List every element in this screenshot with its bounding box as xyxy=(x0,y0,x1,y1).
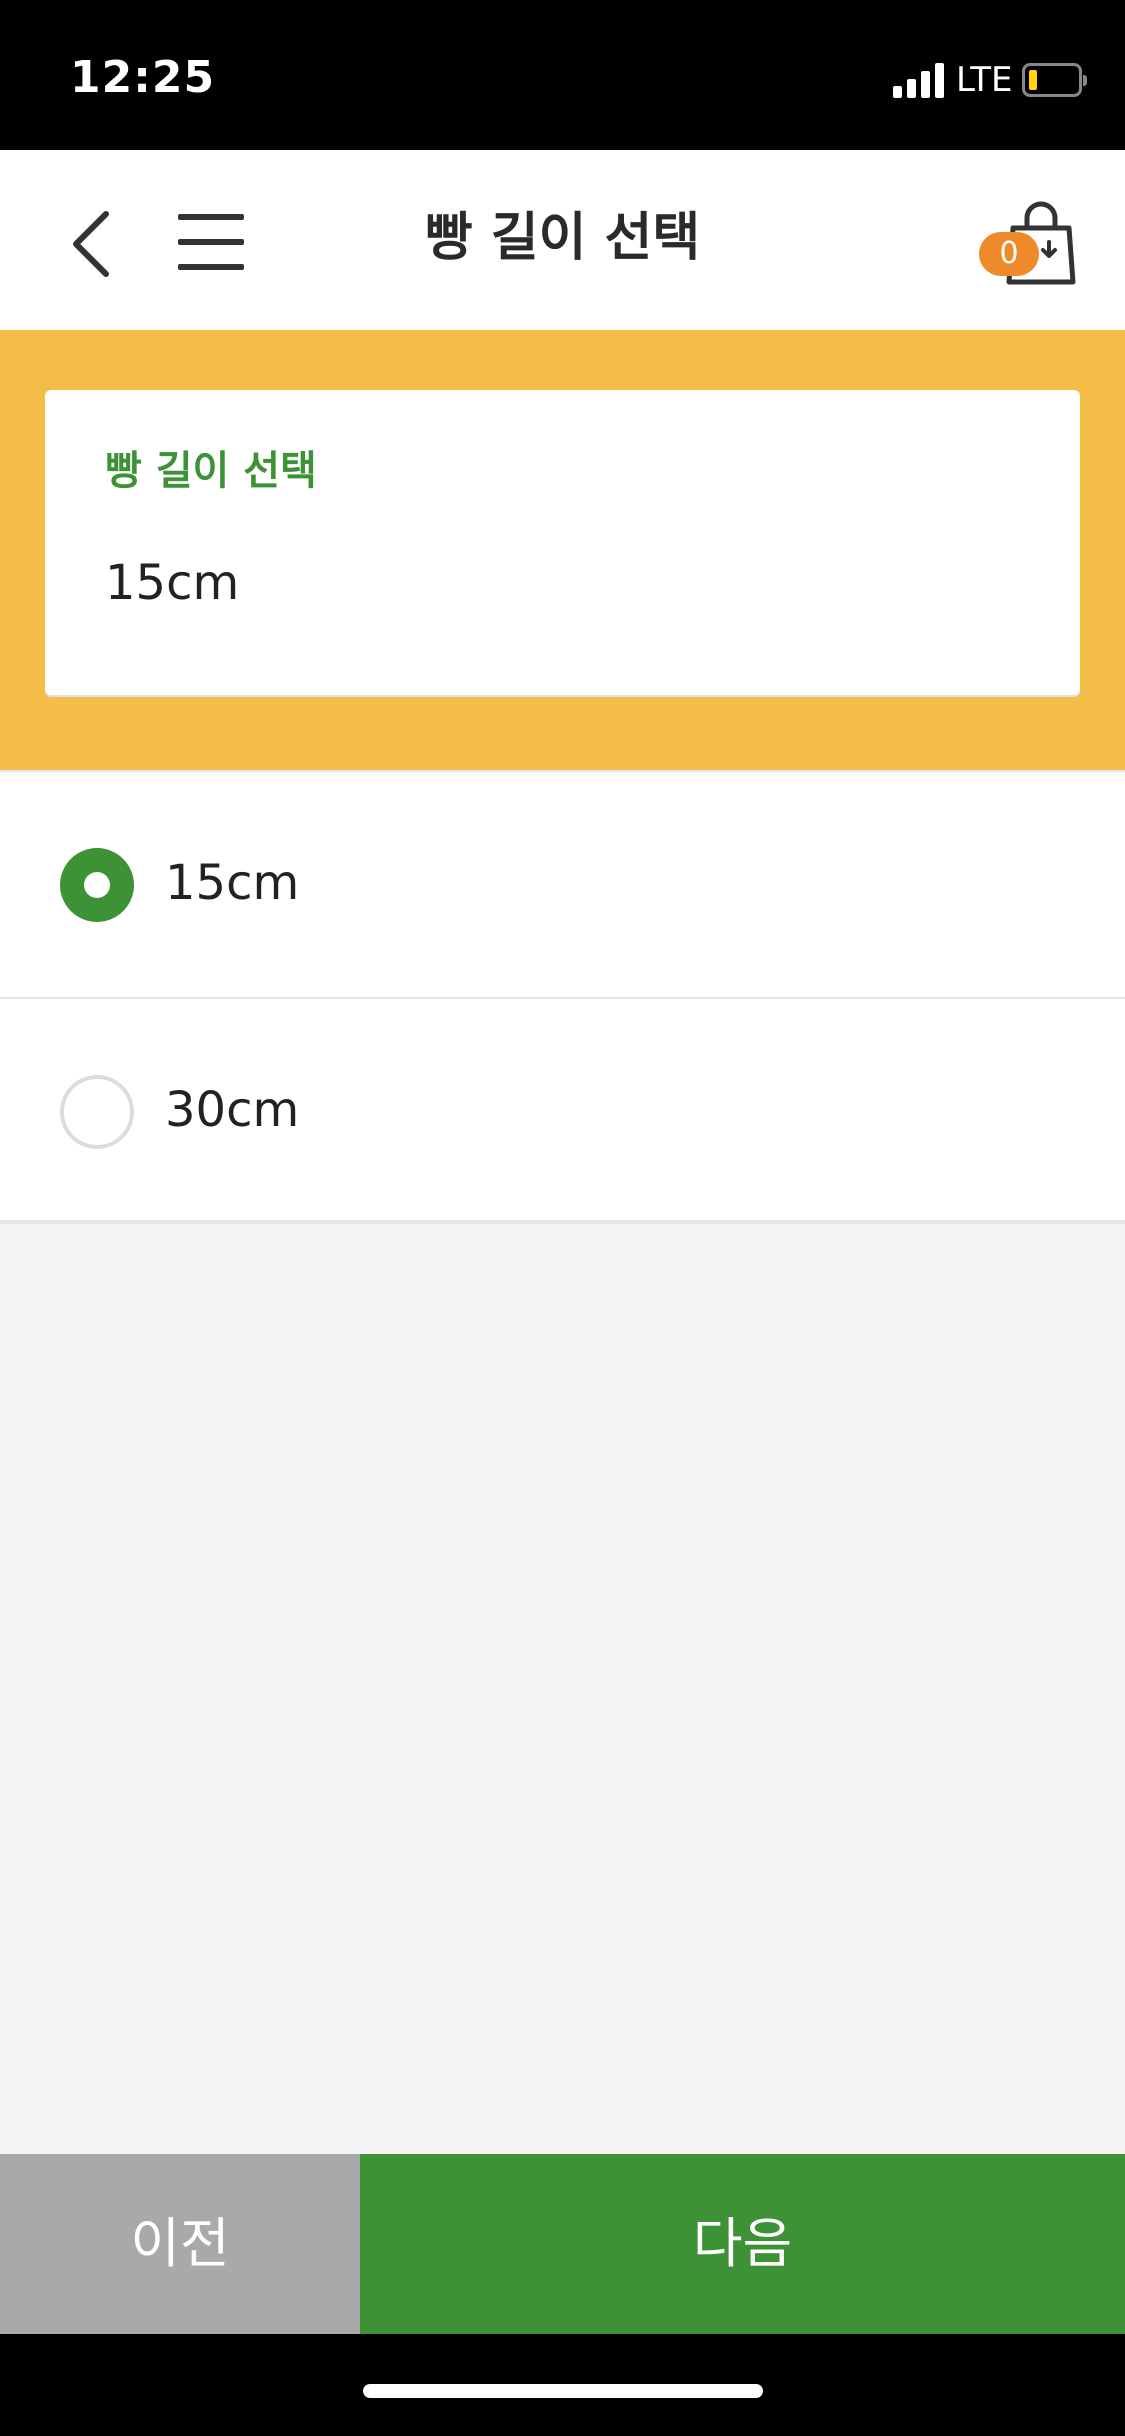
summary-value: 15cm xyxy=(105,555,240,611)
option-30cm[interactable]: 30cm xyxy=(0,997,1125,1224)
cart-button[interactable]: 0 xyxy=(975,200,1085,290)
summary-label: 빵 길이 선택 xyxy=(105,448,317,494)
status-time: 12:25 xyxy=(70,52,216,103)
menu-button[interactable] xyxy=(178,214,244,270)
next-button[interactable]: 다음 xyxy=(360,2154,1125,2334)
prev-button[interactable]: 이전 xyxy=(0,2154,360,2334)
bottom-action-bar: 이전 다음 xyxy=(0,2154,1125,2334)
page-title: 빵 길이 선택 xyxy=(424,208,701,268)
network-type-label: LTE xyxy=(956,60,1013,100)
home-indicator[interactable] xyxy=(363,2384,763,2398)
cart-count-badge: 0 xyxy=(979,232,1039,276)
bread-length-options: 15cm 30cm xyxy=(0,770,1125,1224)
chevron-left-icon xyxy=(73,211,109,277)
status-bar: 12:25 LTE xyxy=(0,0,1125,150)
option-label: 15cm xyxy=(165,855,300,911)
option-label: 30cm xyxy=(165,1082,300,1138)
nav-bar: 빵 길이 선택 0 xyxy=(0,150,1125,330)
signal-strength-icon xyxy=(893,62,945,98)
radio-unselected-icon[interactable] xyxy=(60,1075,134,1149)
selection-summary-band: 빵 길이 선택 15cm xyxy=(0,330,1125,770)
radio-selected-icon[interactable] xyxy=(60,848,134,922)
selection-summary-card: 빵 길이 선택 15cm xyxy=(45,390,1080,695)
back-button[interactable] xyxy=(68,208,118,280)
battery-icon xyxy=(1022,63,1087,97)
home-indicator-area xyxy=(0,2334,1125,2436)
option-15cm[interactable]: 15cm xyxy=(0,770,1125,997)
